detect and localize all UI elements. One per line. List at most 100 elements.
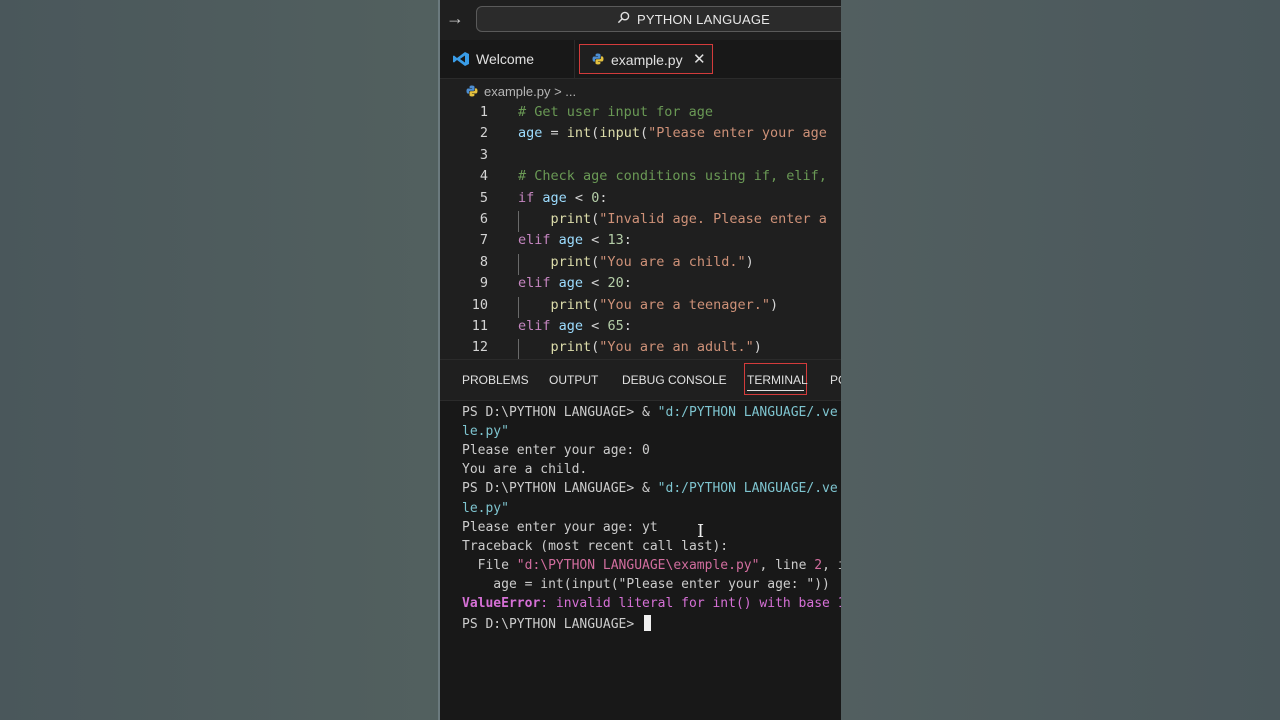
code-line: 11 elif age < 65: [440, 318, 841, 339]
code-token: : [623, 275, 632, 292]
terminal-text: Please enter your age: yt [462, 519, 658, 535]
close-icon[interactable]: ✕ [693, 50, 706, 68]
code-text: # Check age conditions using if, elif, [518, 168, 827, 184]
tab-welcome[interactable]: Welcome [440, 40, 575, 78]
tab-output[interactable]: OUTPUT [549, 373, 598, 387]
active-tab-underline [747, 390, 804, 391]
code-token: ) [753, 339, 762, 356]
terminal-text: ValueError [462, 596, 541, 611]
code-token: age [558, 275, 584, 292]
arrow-right-icon[interactable]: → [446, 8, 464, 28]
line-number: 4 [479, 168, 488, 185]
line-number: 2 [479, 125, 488, 142]
line-number: 10 [471, 296, 488, 313]
line-number: 11 [471, 318, 488, 334]
breadcrumb: example.py > ... [440, 79, 841, 103]
code-text: age = int(input("Please enter your age [518, 125, 827, 141]
code-token: print [550, 253, 592, 270]
tab-ports[interactable]: PO [830, 373, 841, 387]
terminal-line: File "d:\PYTHON LANGUAGE\example.py", li… [462, 558, 841, 577]
background-left [0, 0, 438, 720]
terminal-text: PS D:\PYTHON LANGUAGE> & [462, 405, 658, 420]
terminal-line: Please enter your age: yt [462, 520, 658, 539]
breadcrumb-text[interactable]: example.py > ... [484, 84, 576, 99]
line-number: 8 [479, 253, 488, 270]
tab-debug-console[interactable]: DEBUG CONSOLE [622, 373, 727, 387]
code-token: < [583, 275, 608, 292]
code-token: if [518, 189, 535, 206]
code-text: elif age < 20: [518, 275, 632, 291]
code-editor[interactable]: 1 # Get user input for age 2 age = int (inpu… [440, 104, 841, 361]
code-token: age [518, 125, 543, 142]
terminal-text: , i [822, 557, 841, 573]
terminal-text: "d:/PYTHON LANGUAGE/.ve [657, 481, 838, 497]
code-line: 5 if age < 0: [440, 190, 841, 211]
terminal-line: You are a child. [462, 462, 587, 481]
python-file-icon [592, 53, 604, 65]
code-token: ) [745, 253, 754, 270]
code-token: # Get user input for age [518, 104, 714, 120]
python-file-icon [466, 85, 478, 97]
code-text: print("You are an adult.") [518, 339, 762, 355]
code-token: elif [518, 275, 551, 292]
terminal-text: You are a child. [462, 462, 588, 478]
title-bar: → PYTHON LANGUAGE [440, 0, 841, 38]
terminal-text: PS D:\PYTHON LANGUAGE> & [462, 481, 658, 497]
code-token: "You are an adult." [599, 339, 754, 356]
code-token: input [599, 125, 640, 142]
line-number: 12 [471, 339, 488, 356]
terminal-text: , line [759, 557, 815, 573]
code-token: elif [518, 232, 551, 249]
code-token: "Please enter your age [648, 125, 827, 142]
code-line: 7 elif age < 13: [440, 232, 841, 253]
terminal-line: PS D:\PYTHON LANGUAGE> & "d:/PYTHON LANG… [462, 405, 838, 424]
search-text: PYTHON LANGUAGE [637, 12, 771, 27]
code-text: print("You are a teenager.") [518, 296, 779, 313]
line-number: 6 [479, 211, 488, 227]
terminal-line: Please enter your age: 0 [462, 443, 650, 462]
code-token: int [566, 125, 592, 142]
search-icon [617, 11, 630, 24]
tab-example-py[interactable]: example.py ✕ [579, 44, 713, 74]
tab-problems[interactable]: PROBLEMS [462, 373, 529, 387]
terminal-text: : invalid literal for int() with base 1 [540, 596, 841, 611]
code-line: 9 elif age < 20: [440, 275, 841, 296]
code-text: # Get user input for age [518, 104, 713, 120]
code-text: print("You are a child.") [518, 254, 754, 270]
line-number: 9 [479, 275, 488, 292]
code-line: 1 # Get user input for age [440, 104, 841, 125]
code-token: = [542, 125, 567, 142]
line-number: 7 [479, 232, 488, 249]
terminal[interactable]: I PS D:\PYTHON LANGUAGE> & "d:/PYTHON LA… [440, 400, 841, 720]
terminal-line: PS D:\PYTHON LANGUAGE> [462, 615, 652, 634]
tab-terminal[interactable]: TERMINAL [744, 363, 808, 395]
code-token: age [558, 232, 584, 249]
code-token: "You are a teenager." [599, 296, 770, 313]
terminal-cursor [644, 615, 652, 632]
vscode-window: → PYTHON LANGUAGE Welcome example.py ✕ e… [438, 0, 841, 720]
terminal-text: age = int(input("Please enter your age: … [462, 576, 830, 592]
code-token: # Check age conditions using if, elif, [518, 168, 827, 185]
code-line: 6 print("Invalid age. Please enter a [440, 211, 841, 232]
line-number: 3 [479, 146, 488, 163]
tab-label: example.py [611, 52, 683, 68]
code-token: print [550, 296, 592, 313]
code-token: "Invalid age. Please enter a [599, 211, 827, 227]
terminal-line: le.py" [462, 424, 509, 443]
code-token: < [566, 189, 592, 206]
code-token: < [583, 232, 608, 249]
code-line: 2 age = int(input("Please enter your age [440, 125, 841, 146]
code-token: print [550, 339, 592, 356]
command-center-search[interactable]: PYTHON LANGUAGE [476, 6, 841, 32]
terminal-line: age = int(input("Please enter your age: … [462, 577, 830, 596]
code-token: < [583, 318, 608, 334]
code-token: print [550, 211, 592, 227]
code-line: 8 print("You are a child.") [440, 253, 841, 275]
terminal-text: Please enter your age: 0 [462, 443, 650, 459]
terminal-text: le.py" [462, 500, 509, 516]
code-line: 4 # Check age conditions using if, elif, [440, 168, 841, 189]
